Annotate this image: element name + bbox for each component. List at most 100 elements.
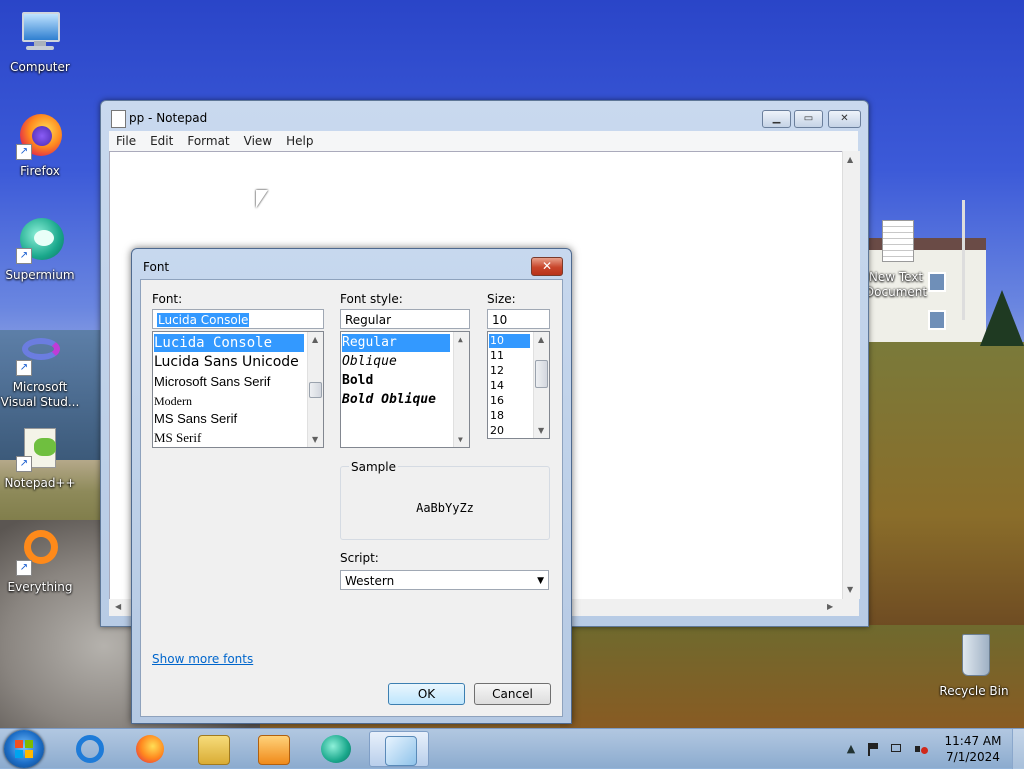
scroll-down-arrow-icon[interactable]: ▼ <box>312 435 318 444</box>
desktop-icon-supermium[interactable]: ↗ Supermium <box>0 216 80 283</box>
sample-label: Sample <box>349 460 398 474</box>
font-dialog-body: Font: Lucida Console Lucida Console Luci… <box>140 279 563 717</box>
font-style-list-item[interactable]: Oblique <box>342 353 397 371</box>
desktop-icon-firefox[interactable]: ↗ Firefox <box>0 112 80 179</box>
wallpaper-tree <box>980 290 1024 346</box>
scroll-down-arrow-icon[interactable]: ▼ <box>458 435 463 444</box>
maximize-button[interactable]: ▭ <box>794 110 823 128</box>
font-style-list-item[interactable]: Bold Oblique <box>342 391 436 409</box>
scrollbar-thumb[interactable] <box>309 382 322 398</box>
font-style-input[interactable]: Regular <box>340 309 470 329</box>
font-list-item[interactable]: MS Sans Serif <box>154 410 237 428</box>
font-list-item[interactable]: Lucida Console <box>154 334 304 352</box>
desktop-icon-everything[interactable]: ↗ Everything <box>0 528 80 595</box>
font-list-item[interactable]: Microsoft Sans Serif <box>154 373 270 391</box>
font-size-list-item[interactable]: 10 <box>489 334 530 348</box>
start-button[interactable] <box>4 730 44 768</box>
scrollbar-thumb[interactable] <box>535 360 548 388</box>
font-size-input[interactable]: 10 <box>487 309 550 329</box>
clock-date: 7/1/2024 <box>946 750 1000 764</box>
script-select[interactable]: Western ▼ <box>340 570 549 590</box>
cancel-button[interactable]: Cancel <box>474 683 551 705</box>
font-size-list-item[interactable]: 20 <box>489 424 504 438</box>
show-more-fonts-link[interactable]: Show more fonts <box>152 652 253 666</box>
font-size-list-scrollbar[interactable]: ▲ ▼ <box>533 332 549 438</box>
font-list-item[interactable]: Modern <box>154 392 192 410</box>
desktop-icon-label: Computer <box>10 60 70 74</box>
font-size-list-item[interactable]: 12 <box>489 364 504 378</box>
taskbar-media-player[interactable] <box>245 731 301 767</box>
notepad-title-icon <box>111 110 126 128</box>
close-button[interactable]: ✕ <box>828 110 861 128</box>
font-dialog-close-button[interactable]: ✕ <box>531 257 563 276</box>
desktop-icon-label: Notepad++ <box>4 476 76 490</box>
scroll-down-arrow-icon[interactable]: ▼ <box>538 426 544 435</box>
supermium-icon <box>321 735 351 763</box>
network-icon[interactable] <box>890 742 904 756</box>
notepad-title: pp - Notepad <box>129 111 208 125</box>
action-center-flag-icon[interactable] <box>866 742 880 756</box>
ok-button[interactable]: OK <box>388 683 465 705</box>
firefox-icon <box>136 735 164 763</box>
taskbar-supermium[interactable] <box>308 731 364 767</box>
wallpaper-house-window <box>928 310 946 330</box>
desktop-icon-label: Microsoft Visual Stud... <box>0 380 80 409</box>
file-explorer-icon <box>198 735 230 765</box>
menu-file[interactable]: File <box>109 131 143 151</box>
font-list-item[interactable]: Lucida Sans Unicode <box>154 353 299 371</box>
font-dialog[interactable]: Font ✕ Font: Lucida Console Lucida Conso… <box>131 248 572 724</box>
notepad-vertical-scrollbar[interactable]: ▲ ▼ <box>842 151 860 599</box>
menu-view[interactable]: View <box>237 131 279 151</box>
scroll-up-arrow-icon[interactable]: ▲ <box>847 155 853 164</box>
scroll-down-arrow-icon[interactable]: ▼ <box>847 585 853 594</box>
mouse-cursor-icon <box>256 190 268 208</box>
firefox-icon: ↗ <box>16 112 64 160</box>
taskbar-file-explorer[interactable] <box>185 731 241 767</box>
volume-muted-icon[interactable] <box>914 742 928 756</box>
menu-help[interactable]: Help <box>279 131 320 151</box>
notepadpp-icon: ↗ <box>16 424 64 472</box>
desktop-icon-notepadpp[interactable]: ↗ Notepad++ <box>0 424 80 491</box>
script-select-value: Western <box>345 574 395 588</box>
show-hidden-icons-button[interactable]: ▲ <box>844 742 858 756</box>
minimize-button[interactable]: ▁ <box>762 110 791 128</box>
sample-group: Sample AaBbYyZz <box>340 460 550 540</box>
font-size-list-item[interactable]: 16 <box>489 394 504 408</box>
computer-icon <box>16 8 64 56</box>
wallpaper-flagpole <box>962 200 965 320</box>
taskbar-notepad[interactable] <box>369 731 429 767</box>
font-style-list-item[interactable]: Bold <box>342 372 373 390</box>
scroll-left-arrow-icon[interactable]: ◀ <box>115 602 121 611</box>
scroll-up-arrow-icon[interactable]: ▲ <box>312 335 318 344</box>
scroll-up-arrow-icon[interactable]: ▲ <box>458 335 463 344</box>
scroll-right-arrow-icon[interactable]: ▶ <box>827 602 833 611</box>
font-list-item[interactable]: MS Serif <box>154 429 201 447</box>
font-list-scrollbar[interactable]: ▲ ▼ <box>307 332 323 447</box>
font-name-input[interactable]: Lucida Console <box>152 309 324 329</box>
show-desktop-button[interactable] <box>1012 729 1024 769</box>
font-style-label: Font style: <box>340 292 403 306</box>
font-style-list[interactable]: Regular Oblique Bold Bold Oblique ▲ ▼ <box>340 331 470 448</box>
supermium-icon: ↗ <box>16 216 64 264</box>
font-size-list-item[interactable]: 18 <box>489 409 504 423</box>
font-size-list-item[interactable]: 14 <box>489 379 504 393</box>
desktop-icon-visual-studio[interactable]: ↗ Microsoft Visual Stud... <box>0 328 80 410</box>
taskbar-firefox[interactable] <box>122 731 178 767</box>
font-style-list-scrollbar[interactable]: ▲ ▼ <box>453 332 469 447</box>
desktop-icon-label: Everything <box>7 580 73 594</box>
desktop-icon-label: Recycle Bin <box>939 684 1009 698</box>
font-style-list-item[interactable]: Regular <box>342 334 450 352</box>
desktop-icon-label: Supermium <box>5 268 75 282</box>
desktop-icon-computer[interactable]: Computer <box>0 8 80 75</box>
font-size-label: Size: <box>487 292 516 306</box>
taskbar-internet-explorer[interactable] <box>62 731 118 767</box>
notepad-icon <box>385 736 417 766</box>
scroll-up-arrow-icon[interactable]: ▲ <box>538 335 544 344</box>
taskbar-clock[interactable]: 11:47 AM 7/1/2024 <box>942 733 1004 765</box>
font-size-list-item[interactable]: 11 <box>489 349 504 363</box>
menu-edit[interactable]: Edit <box>143 131 180 151</box>
font-list[interactable]: Lucida Console Lucida Sans Unicode Micro… <box>152 331 324 448</box>
menu-format[interactable]: Format <box>180 131 236 151</box>
font-size-list[interactable]: 10 11 12 14 16 18 20 ▲ ▼ <box>487 331 550 439</box>
desktop-icon-recycle-bin[interactable]: Recycle Bin <box>934 632 1014 699</box>
